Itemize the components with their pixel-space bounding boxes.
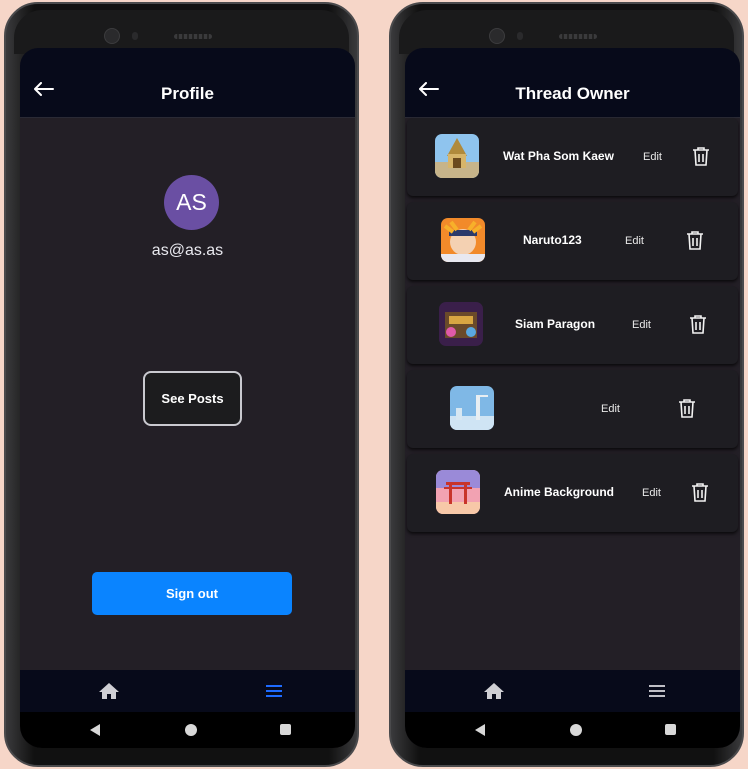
earpiece-speaker [174, 34, 212, 39]
user-email: as@as.as [151, 242, 224, 259]
app-bar: Thread Owner [405, 48, 740, 118]
system-navigation-bar [405, 712, 740, 748]
edit-button[interactable]: Edit [632, 319, 651, 331]
thread-thumbnail [435, 134, 479, 178]
thread-card[interactable]: Edit [407, 370, 738, 448]
phone-frame-profile: Profile AS as@as.as See Posts Sign out [4, 2, 359, 767]
thread-owner-screen: Thread Owner Wat Pha Som Kaew Edit Narut… [405, 48, 740, 748]
sign-out-button[interactable]: Sign out [92, 572, 292, 615]
thread-card[interactable]: Anime Background Edit [407, 454, 738, 532]
profile-screen: Profile AS as@as.as See Posts Sign out [20, 48, 355, 748]
page-title: Profile [161, 84, 214, 103]
edit-button[interactable]: Edit [642, 487, 661, 499]
phone-frame-threads: Thread Owner Wat Pha Som Kaew Edit Narut… [389, 2, 744, 767]
system-navigation-bar [20, 712, 355, 748]
edit-button[interactable]: Edit [601, 403, 620, 415]
menu-icon[interactable] [266, 684, 282, 697]
trash-icon[interactable] [691, 482, 709, 502]
avatar: AS [164, 175, 219, 230]
front-camera [104, 28, 120, 44]
see-posts-button[interactable]: See Posts [143, 371, 242, 426]
back-triangle-icon[interactable] [90, 724, 100, 736]
trash-icon[interactable] [686, 230, 704, 250]
home-circle-icon[interactable] [570, 724, 582, 736]
recents-square-icon[interactable] [665, 724, 676, 735]
page-title: Thread Owner [515, 84, 630, 103]
proximity-sensor [132, 32, 138, 40]
earpiece-speaker [559, 34, 597, 39]
thread-thumbnail [436, 470, 480, 514]
edit-button[interactable]: Edit [643, 151, 662, 163]
thread-name: Anime Background [504, 485, 615, 499]
trash-icon[interactable] [678, 398, 696, 418]
proximity-sensor [517, 32, 523, 40]
back-triangle-icon[interactable] [475, 724, 485, 736]
home-icon[interactable] [483, 682, 505, 700]
app-bar: Profile [20, 48, 355, 118]
thread-name: Siam Paragon [515, 317, 596, 331]
thread-card[interactable]: Wat Pha Som Kaew Edit [407, 118, 738, 196]
menu-icon[interactable] [649, 684, 665, 697]
thread-thumbnail [441, 218, 485, 262]
thread-name: Wat Pha Som Kaew [503, 149, 614, 163]
bottom-navigation [20, 670, 355, 712]
thread-thumbnail [439, 302, 483, 346]
front-camera [489, 28, 505, 44]
thread-card[interactable]: Naruto123 Edit [407, 202, 738, 280]
recents-square-icon[interactable] [280, 724, 291, 735]
home-circle-icon[interactable] [185, 724, 197, 736]
home-icon[interactable] [98, 682, 120, 700]
trash-icon[interactable] [689, 314, 707, 334]
bottom-navigation [405, 670, 740, 712]
trash-icon[interactable] [692, 146, 710, 166]
thread-thumbnail [450, 386, 494, 430]
thread-name: Naruto123 [523, 233, 582, 247]
thread-card[interactable]: Siam Paragon Edit [407, 286, 738, 364]
edit-button[interactable]: Edit [625, 235, 644, 247]
